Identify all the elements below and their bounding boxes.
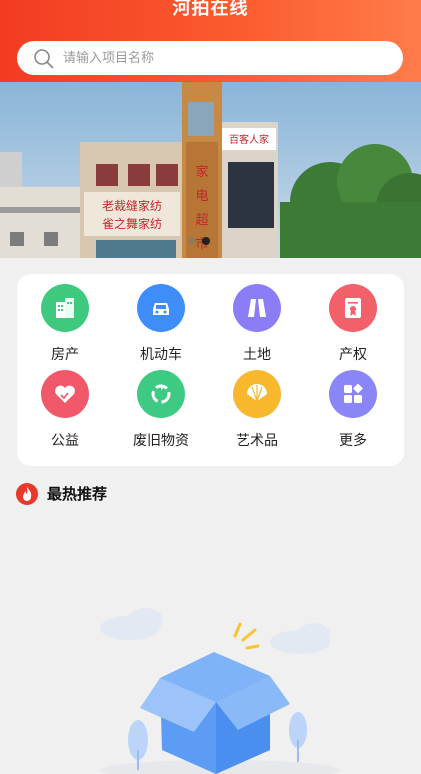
category-property-rights[interactable]: 产权 — [313, 284, 393, 368]
carousel-dot[interactable] — [188, 237, 196, 245]
svg-text:雀之舞家纺: 雀之舞家纺 — [102, 216, 162, 231]
category-label: 公益 — [51, 433, 79, 449]
category-vehicle[interactable]: 机动车 — [121, 284, 201, 368]
category-label: 更多 — [339, 433, 367, 449]
building-icon — [41, 284, 89, 332]
svg-text:家: 家 — [195, 164, 208, 180]
svg-text:百客人家: 百客人家 — [229, 133, 269, 146]
banner-image: 老裁缝家纺 雀之舞家纺 家 电 超 市 百客人家 — [0, 82, 421, 258]
category-label: 艺术品 — [236, 433, 278, 449]
category-art[interactable]: 艺术品 — [217, 370, 297, 454]
svg-text:电: 电 — [195, 189, 208, 204]
category-label: 产权 — [339, 347, 367, 363]
category-label: 房产 — [51, 347, 79, 363]
category-grid: 房产 机动车 土地 产权 公益 废旧物资 艺术品 更多 — [17, 274, 404, 466]
carousel-dots — [188, 237, 210, 245]
banner-carousel[interactable]: 老裁缝家纺 雀之舞家纺 家 电 超 市 百客人家 — [0, 82, 421, 258]
category-more[interactable]: 更多 — [313, 370, 393, 454]
category-house[interactable]: 房产 — [25, 284, 105, 368]
fire-icon — [16, 483, 38, 505]
carousel-dot-active[interactable] — [202, 237, 210, 245]
category-land[interactable]: 土地 — [217, 284, 297, 368]
header: 河拍在线 — [0, 0, 421, 82]
certificate-icon — [329, 284, 377, 332]
category-charity[interactable]: 公益 — [25, 370, 105, 454]
search-icon — [34, 49, 54, 69]
section-title: 最热推荐 — [47, 485, 108, 503]
svg-text:超: 超 — [195, 213, 208, 228]
empty-box-icon — [100, 608, 340, 774]
svg-text:老裁缝家纺: 老裁缝家纺 — [102, 198, 162, 213]
car-icon — [137, 284, 185, 332]
fan-icon — [233, 370, 281, 418]
more-grid-icon — [329, 370, 377, 418]
recycle-icon — [137, 370, 185, 418]
app-title: 河拍在线 — [172, 0, 249, 19]
search-input[interactable] — [63, 41, 383, 75]
land-icon — [233, 284, 281, 332]
category-label: 废旧物资 — [133, 433, 189, 449]
category-label: 机动车 — [140, 347, 182, 363]
heart-icon — [41, 370, 89, 418]
category-label: 土地 — [243, 347, 271, 363]
search-bar[interactable] — [17, 41, 403, 75]
category-scrap[interactable]: 废旧物资 — [121, 370, 201, 454]
